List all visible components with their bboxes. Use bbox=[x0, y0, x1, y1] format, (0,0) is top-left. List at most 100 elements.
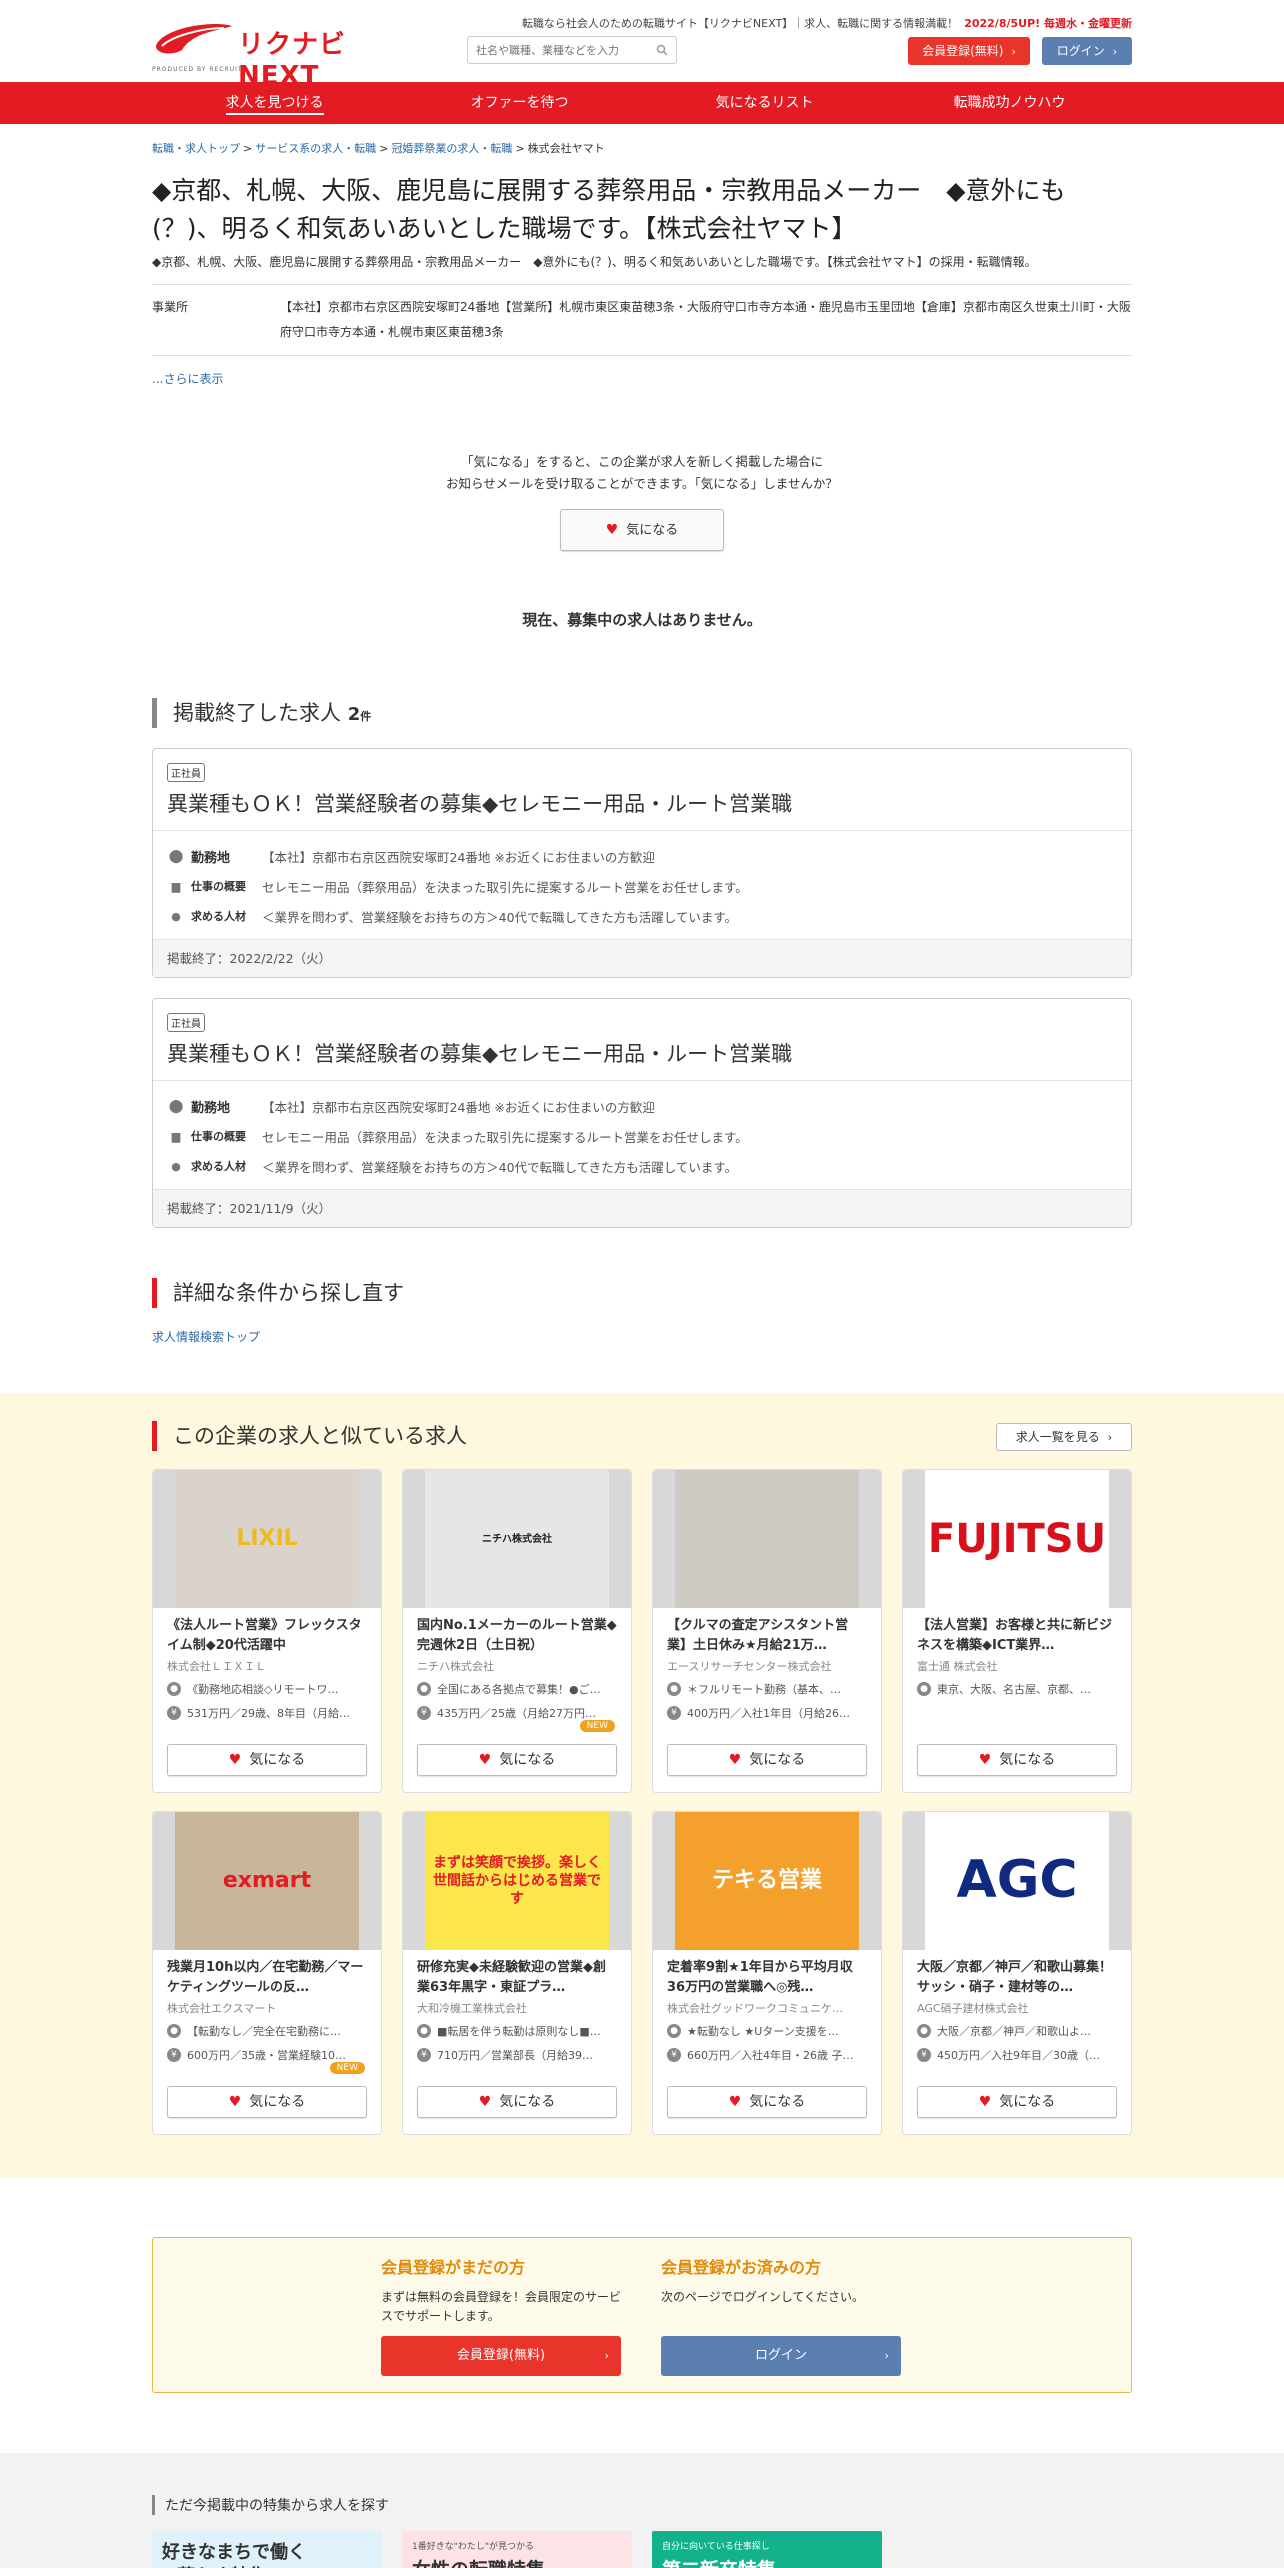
favorite-button[interactable]: ♥ 気になる bbox=[167, 2086, 367, 2118]
ended-job-card[interactable]: 正社員 異業種もＯＫ！営業経験者の募集◆セレモニー用品・ルート営業職 ⬤ 勤務地 … bbox=[152, 748, 1132, 978]
job-location: ● 全国にある各拠点で募集！●ご… bbox=[403, 1680, 631, 1698]
register-button[interactable]: 会員登録(無料) › bbox=[908, 37, 1030, 65]
job-thumbnail[interactable]: AGC bbox=[903, 1812, 1131, 1950]
favorite-company-button[interactable]: ♥ 気になる bbox=[560, 509, 724, 551]
login-button[interactable]: ログイン › bbox=[1042, 37, 1132, 65]
row-value: 【本社】京都市右京区西院安塚町24番地 ※お近くにお住まいの方歓迎 bbox=[262, 1099, 655, 1115]
job-title[interactable]: 研修充実◆未経験歓迎の営業◆創業63年黒字・東証プラ… bbox=[403, 1950, 631, 1998]
nav-favorites[interactable]: 気になるリスト bbox=[642, 82, 887, 124]
similar-jobs-grid: LIXIL 《法人ルート営業》フレックスタイム制◆20代活躍中株式会社ＬＩＸＩＬ ●… bbox=[152, 1469, 1132, 2135]
similar-job-card[interactable]: まずは笑顔で挨拶。楽しく世間話からはじめる営業です 研修充実◆未経験歓迎の営業◆創… bbox=[402, 1811, 632, 2135]
section-title: この企業の求人と似ている求人 bbox=[173, 1424, 467, 1448]
job-thumbnail[interactable] bbox=[653, 1470, 881, 1608]
company-name: 株式会社エクスマート bbox=[167, 2002, 277, 2015]
breadcrumb-link[interactable]: 冠婚葬祭業の求人・転職 bbox=[391, 142, 512, 155]
row-label: 求める人材 bbox=[191, 910, 246, 923]
ended-job-card[interactable]: 正社員 異業種もＯＫ！営業経験者の募集◆セレモニー用品・ルート営業職 ⬤ 勤務地 … bbox=[152, 998, 1132, 1228]
job-thumbnail[interactable]: ニチハ株式会社 bbox=[403, 1470, 631, 1608]
row-value: ＜業界を問わず、営業経験をお持ちの方＞40代で転職してきた方も活躍しています。 bbox=[262, 1159, 738, 1175]
favorite-button[interactable]: ♥ 気になる bbox=[917, 2086, 1117, 2118]
location-pin-icon: ● bbox=[667, 2024, 681, 2038]
search-top-link[interactable]: 求人情報検索トップ bbox=[152, 1328, 1132, 1345]
job-thumbnail[interactable]: まずは笑顔で挨拶。楽しく世間話からはじめる営業です bbox=[403, 1812, 631, 1950]
yen-icon: ¥ bbox=[167, 1706, 181, 1720]
employment-badge: 正社員 bbox=[167, 763, 205, 782]
search-icon[interactable] bbox=[656, 44, 668, 56]
company-name: ニチハ株式会社 bbox=[417, 1660, 494, 1673]
job-thumbnail[interactable]: テキる営業 bbox=[653, 1812, 881, 1950]
see-all-button[interactable]: 求人一覧を見る › bbox=[996, 1423, 1132, 1451]
breadcrumb-link[interactable]: サービス系の求人・転職 bbox=[255, 142, 376, 155]
similar-job-card[interactable]: テキる営業 定着率9割★1年目から平均月収36万円の営業職へ◎残… 株式会社グッドワ… bbox=[652, 1811, 882, 2135]
similar-job-card[interactable]: exmart 残業月10h以内／在宅勤務／マーケティングツールの反… 株式会社エクス… bbox=[152, 1811, 382, 2135]
job-title[interactable]: 国内No.1メーカーのルート営業◆完週休2日（土日祝） bbox=[403, 1608, 631, 1656]
favorite-button[interactable]: ♥ 気になる bbox=[667, 2086, 867, 2118]
heart-icon: ♥ bbox=[478, 2094, 492, 2110]
similar-job-card[interactable]: LIXIL 《法人ルート営業》フレックスタイム制◆20代活躍中 株式会社ＬＩＸＩＬ ●… bbox=[152, 1469, 382, 1793]
location-pin-icon: ● bbox=[167, 2024, 181, 2038]
job-requirement-row: ● 求める人材 ＜業界を問わず、営業経験をお持ちの方＞40代で転職してきた方も活躍… bbox=[167, 901, 1117, 931]
job-summary-row: ▆ 仕事の概要 セレモニー用品（葬祭用品）を決まった取引先に提案するルート営業をお… bbox=[167, 1121, 1117, 1151]
job-thumbnail[interactable]: FUJITSU bbox=[903, 1470, 1131, 1608]
location-pin-icon: ⬤ bbox=[168, 848, 184, 864]
job-title[interactable]: 【クルマの査定アシスタント営業】土日休み★月給21万… bbox=[653, 1608, 881, 1656]
nav-wait-offer[interactable]: オファーを待つ bbox=[397, 82, 642, 124]
login-label: ログイン bbox=[1056, 44, 1105, 58]
yen-icon: ¥ bbox=[167, 2048, 181, 2062]
similar-job-card[interactable]: AGC 大阪／京都／神戸／和歌山募集！サッシ・硝子・建材等の… AGC硝子建材株式会… bbox=[902, 1811, 1132, 2135]
thumbnail-image: FUJITSU bbox=[925, 1470, 1109, 1608]
job-thumbnail[interactable]: exmart bbox=[153, 1812, 381, 1950]
feature-title: 女性の転職特集 bbox=[412, 2555, 545, 2568]
favorite-message-line: お知らせメールを受け取ることができます。「気になる」しませんか？ bbox=[446, 476, 838, 491]
favorite-label: 気になる bbox=[999, 2094, 1056, 2110]
job-title[interactable]: 異業種もＯＫ！営業経験者の募集◆セレモニー用品・ルート営業職 bbox=[167, 788, 1117, 818]
site-logo[interactable]: リクナビNEXT PRODUCED BY RECRUIT bbox=[152, 18, 392, 91]
job-title[interactable]: 【法人営業】お客様と共に新ビジネスを構築◆ICT業界… bbox=[903, 1608, 1131, 1656]
nav-find-jobs[interactable]: 求人を見つける bbox=[152, 82, 397, 124]
similar-job-card[interactable]: ニチハ株式会社 国内No.1メーカーのルート営業◆完週休2日（土日祝） ニチハ株式会… bbox=[402, 1469, 632, 1793]
yen-icon: ¥ bbox=[417, 1706, 431, 1720]
job-title[interactable]: 残業月10h以内／在宅勤務／マーケティングツールの反… bbox=[153, 1950, 381, 1998]
job-thumbnail[interactable]: LIXIL bbox=[153, 1470, 381, 1608]
feature-subtitle: 自分に向いている仕事探し bbox=[662, 2542, 770, 2552]
logo-swoosh-icon bbox=[156, 24, 232, 54]
job-title[interactable]: 大阪／京都／神戸／和歌山募集！サッシ・硝子・建材等の… bbox=[903, 1950, 1131, 1998]
feature-banner-local[interactable]: 好きなまちで働く×暮らす特集 bbox=[152, 2531, 382, 2568]
similar-job-card[interactable]: 【クルマの査定アシスタント営業】土日休み★月給21万… エースリサーチセンター株式… bbox=[652, 1469, 882, 1793]
similar-job-card[interactable]: FUJITSU 【法人営業】お客様と共に新ビジネスを構築◆ICT業界… 富士通 株式… bbox=[902, 1469, 1132, 1793]
job-title[interactable]: 異業種もＯＫ！営業経験者の募集◆セレモニー用品・ルート営業職 bbox=[167, 1038, 1117, 1068]
job-location: ● 大阪／京都／神戸／和歌山よ… bbox=[903, 2022, 1131, 2040]
salary-text: 660万円／入社4年目・26歳 子… bbox=[687, 2049, 854, 2062]
member-login-button[interactable]: ログイン › bbox=[661, 2336, 901, 2376]
salary-text: 435万円／25歳（月給27万円… bbox=[437, 1707, 596, 1720]
search-input[interactable] bbox=[468, 37, 648, 63]
thumbnail-image bbox=[675, 1470, 859, 1608]
chevron-right-icon: › bbox=[1112, 45, 1118, 58]
nav-knowhow[interactable]: 転職成功ノウハウ bbox=[887, 82, 1132, 124]
feature-banner-women[interactable]: 1番好きな"わたし"が見つかる 女性の転職特集 bbox=[402, 2531, 632, 2568]
favorite-button[interactable]: ♥ 気になる bbox=[417, 1744, 617, 1776]
row-value: ＜業界を問わず、営業経験をお持ちの方＞40代で転職してきた方も活躍しています。 bbox=[262, 909, 738, 925]
logo-text: リクナビNEXT bbox=[238, 30, 347, 91]
new-badge: NEW bbox=[579, 1720, 615, 1732]
similar-heading: この企業の求人と似ている求人 求人一覧を見る › bbox=[152, 1421, 1132, 1451]
job-title[interactable]: 《法人ルート営業》フレックスタイム制◆20代活躍中 bbox=[153, 1608, 381, 1656]
job-title[interactable]: 定着率9割★1年目から平均月収36万円の営業職へ◎残… bbox=[653, 1950, 881, 1998]
favorite-button[interactable]: ♥ 気になる bbox=[167, 1744, 367, 1776]
row-label: 仕事の概要 bbox=[191, 1130, 246, 1143]
show-more-link[interactable]: ...さらに表示 bbox=[152, 370, 1132, 387]
favorite-label: 気になる bbox=[749, 2094, 806, 2110]
favorite-button[interactable]: ♥ 気になる bbox=[667, 1744, 867, 1776]
favorite-button[interactable]: ♥ 気になる bbox=[917, 1744, 1117, 1776]
job-salary: ¥660万円／入社4年目・26歳 子… bbox=[653, 2046, 881, 2064]
salary-text: 450万円／入社9年目／30歳（… bbox=[937, 2049, 1100, 2062]
feature-banner-second-grad[interactable]: 自分に向いている仕事探し 第二新卒特集 bbox=[652, 2531, 882, 2568]
breadcrumb-link[interactable]: 転職・求人トップ bbox=[152, 142, 240, 155]
favorite-button[interactable]: ♥ 気になる bbox=[417, 2086, 617, 2118]
feature-subtitle: 1番好きな"わたし"が見つかる bbox=[412, 2542, 535, 2552]
job-salary: ¥450万円／入社9年目／30歳（… bbox=[903, 2046, 1131, 2064]
favorite-label: 気になる bbox=[499, 1752, 556, 1768]
company-name: 株式会社ＬＩＸＩＬ bbox=[167, 1660, 266, 1673]
job-location: ● 【転勤なし／完全在宅勤務に… bbox=[153, 2022, 381, 2040]
member-register-button[interactable]: 会員登録(無料) › bbox=[381, 2336, 621, 2376]
